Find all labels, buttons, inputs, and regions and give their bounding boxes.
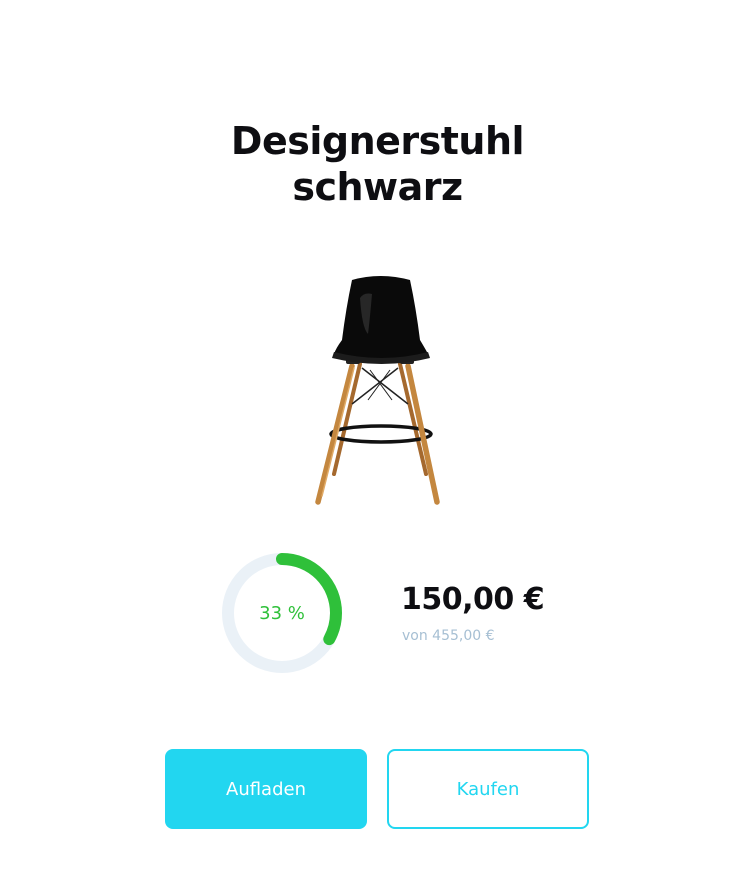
title-line-1: Designerstuhl [230, 119, 525, 163]
buy-button[interactable]: Kaufen [387, 749, 589, 829]
charge-button[interactable]: Aufladen [165, 749, 367, 829]
total-price: von 455,00 € [402, 628, 495, 644]
title-line-2: schwarz [292, 165, 463, 209]
chair-image [315, 276, 440, 505]
product-detail-page: Designerstuhl schwarz 33 % 150,00 € von … [0, 0, 755, 872]
page-title: Designerstuhl schwarz [0, 118, 755, 210]
progress-percent-label: 33 % [259, 602, 305, 624]
current-price: 150,00 € [401, 582, 545, 617]
